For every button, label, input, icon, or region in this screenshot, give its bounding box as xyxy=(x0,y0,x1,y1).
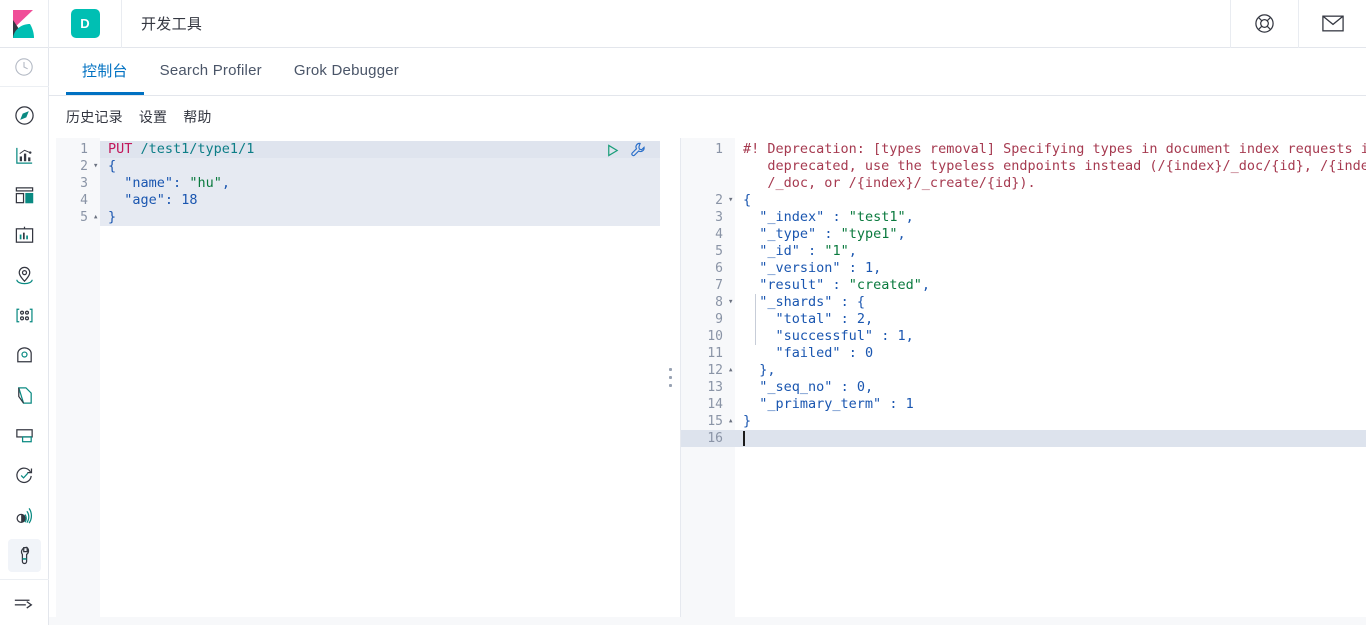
play-run-request-icon[interactable] xyxy=(605,143,620,158)
code-line: "name": "hu", xyxy=(124,175,230,191)
fold-marker[interactable]: ▾ xyxy=(728,294,733,311)
code-line: "failed" : 0 xyxy=(775,345,874,361)
sidebar-item-apm[interactable] xyxy=(8,419,41,452)
line-number: 13 xyxy=(707,380,723,395)
clock-recently-viewed-icon[interactable] xyxy=(0,48,49,88)
code-line: } xyxy=(108,209,117,225)
envelope-icon[interactable] xyxy=(1298,0,1366,48)
line-number: 4 xyxy=(80,193,88,208)
code-line: "_seq_no" : 0, xyxy=(759,379,874,395)
drag-handle-dots xyxy=(669,368,672,387)
submenu-item-settings[interactable]: 设置 xyxy=(139,107,167,127)
indent-guide xyxy=(755,294,756,345)
code-line: "_version" : 1, xyxy=(759,260,882,276)
code-line: "total" : 2, xyxy=(775,311,874,327)
dev-tools-console-page: D 开发工具 控制台 Search Profiler Grok Debugger… xyxy=(0,0,1366,625)
wrench-request-options-icon[interactable] xyxy=(630,142,646,158)
tab-search-profiler[interactable]: Search Profiler xyxy=(144,48,278,95)
fold-marker[interactable]: ▾ xyxy=(728,192,733,209)
line-number: 5 xyxy=(715,244,723,259)
line-number: 15 xyxy=(707,414,723,429)
line-number: 4 xyxy=(715,227,723,242)
line-number: 7 xyxy=(715,278,723,293)
code-line: "_shards" : { xyxy=(759,294,865,310)
line-number: 5 xyxy=(80,210,88,225)
fold-marker[interactable]: ▴ xyxy=(93,209,98,226)
line-number: 3 xyxy=(715,210,723,225)
code-line: "result" : "created", xyxy=(759,277,931,293)
code-line: "successful" : 1, xyxy=(775,328,914,344)
request-actions xyxy=(605,142,646,158)
fold-marker[interactable]: ▴ xyxy=(728,413,733,430)
pane-drag-handle[interactable] xyxy=(660,138,681,617)
line-number: 6 xyxy=(715,261,723,276)
line-number: 2 xyxy=(80,159,88,174)
line-number: 9 xyxy=(715,312,723,327)
code-line: deprecated, use the typeless endpoints i… xyxy=(743,158,1366,174)
line-number: 2 xyxy=(715,193,723,208)
collapse-arrow-icon[interactable] xyxy=(0,579,49,625)
sidebar-item-siem[interactable] xyxy=(8,499,41,532)
request-editor-pane[interactable]: 1 PUT /test1/type1/1 2 ▾ {3 "name": "hu", 4 "… xyxy=(56,138,660,617)
sidebar-item-visualize[interactable] xyxy=(8,139,41,172)
code-line: }, xyxy=(759,362,776,378)
code-line: "age": 18 xyxy=(124,192,198,208)
line-number: 11 xyxy=(707,346,723,361)
sidebar-item-infrastructure[interactable] xyxy=(8,339,41,372)
line-number: 3 xyxy=(80,176,88,191)
code-line: /_doc, or /{index}/_create/{id}). xyxy=(743,175,1036,191)
kibana-logo-icon[interactable] xyxy=(0,0,49,48)
code-line: { xyxy=(108,158,117,174)
space-badge-letter: D xyxy=(70,9,100,38)
code-line: { xyxy=(743,192,752,208)
code-line: #! Deprecation: [types removal] Specifyi… xyxy=(743,141,1366,157)
page-title: 开发工具 xyxy=(141,16,203,33)
fold-marker[interactable]: ▾ xyxy=(93,158,98,175)
sidebar-item-discover[interactable] xyxy=(8,99,41,132)
sidebar-item-maps[interactable] xyxy=(8,259,41,292)
submenu-item-help[interactable]: 帮助 xyxy=(183,107,211,127)
sidebar-item-logs[interactable] xyxy=(8,379,41,412)
line-number: 16 xyxy=(707,431,723,446)
console-split-view: 1 PUT /test1/type1/1 2 ▾ {3 "name": "hu", 4 "… xyxy=(56,138,1366,617)
tab-grok-debugger[interactable]: Grok Debugger xyxy=(278,48,415,95)
sidebar-item-dashboard[interactable] xyxy=(8,179,41,212)
code-line: "_primary_term" : 1 xyxy=(759,396,914,412)
sidebar-item-machine-learning[interactable] xyxy=(8,299,41,332)
tab-console[interactable]: 控制台 xyxy=(66,48,144,95)
text-cursor xyxy=(743,431,745,446)
rail-items xyxy=(7,87,41,579)
sidebar-item-uptime[interactable] xyxy=(8,459,41,492)
line-number: 14 xyxy=(707,397,723,412)
line-number: 10 xyxy=(707,329,723,344)
left-nav-rail xyxy=(0,48,49,625)
code-line: } xyxy=(743,413,752,429)
submenu-item-history[interactable]: 历史记录 xyxy=(66,107,123,127)
tab-bar: 控制台 Search Profiler Grok Debugger xyxy=(49,48,1366,96)
console-bottom-fill xyxy=(49,617,1366,625)
lifebuoy-help-icon[interactable] xyxy=(1230,0,1298,48)
top-header: D 开发工具 xyxy=(0,0,1366,48)
response-editor[interactable]: 1 #! Deprecation: [types removal] Specify… xyxy=(681,138,1366,617)
line-number: 1 xyxy=(80,142,88,157)
sidebar-item-dev-tools[interactable] xyxy=(7,539,41,573)
console-left-margin xyxy=(49,138,56,617)
fold-marker[interactable]: ▴ xyxy=(728,362,733,379)
request-editor[interactable]: 1 PUT /test1/type1/1 2 ▾ {3 "name": "hu", 4 "… xyxy=(56,138,660,617)
code-line: PUT /test1/type1/1 xyxy=(108,141,255,157)
sidebar-item-canvas[interactable] xyxy=(8,219,41,252)
space-avatar[interactable]: D xyxy=(49,0,122,48)
line-number: 8 xyxy=(715,295,723,310)
response-editor-pane[interactable]: 1 #! Deprecation: [types removal] Specify… xyxy=(681,138,1366,617)
line-number: 12 xyxy=(707,363,723,378)
code-line: "_id" : "1", xyxy=(759,243,857,259)
code-line: "_index" : "test1", xyxy=(759,209,914,225)
console-submenu: 历史记录 设置 帮助 xyxy=(49,96,1366,138)
code-line: "_type" : "type1", xyxy=(759,226,906,242)
line-number: 1 xyxy=(715,142,723,157)
